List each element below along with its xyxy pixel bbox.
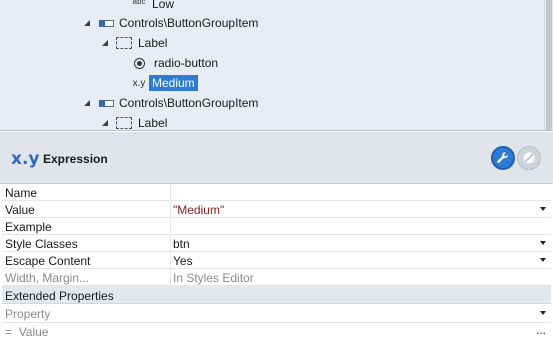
property-name: Width, Margin...	[5, 271, 90, 285]
expression-icon: x.y	[11, 149, 40, 169]
expand-toggle-icon[interactable]	[102, 40, 108, 46]
scrollbar-thumb[interactable]	[546, 0, 552, 130]
expand-toggle-icon[interactable]	[84, 20, 90, 26]
disabled-toggle-button[interactable]	[517, 146, 541, 170]
property-name: Style Classes	[5, 237, 78, 251]
tree-node-label: Low	[152, 0, 175, 11]
column-divider	[170, 184, 171, 201]
property-row-value[interactable]: Value "Medium"	[2, 201, 551, 218]
section-title: Extended Properties	[5, 289, 114, 303]
wrench-toggle-button[interactable]	[491, 146, 515, 170]
label-container-icon	[116, 37, 132, 49]
abc-text-icon: abc	[132, 0, 146, 6]
tree-node-low[interactable]: abc Low	[131, 0, 174, 14]
properties-title: Expression	[43, 152, 108, 166]
column-divider	[170, 235, 171, 252]
property-grid: Name Value "Medium" Example Style Classe…	[2, 184, 551, 342]
tree-node-label-container[interactable]: Label	[102, 113, 168, 130]
column-divider	[170, 252, 171, 269]
extended-value-input[interactable]: = Value	[5, 325, 170, 339]
dropdown-arrow-icon[interactable]	[540, 311, 546, 315]
dropdown-arrow-icon[interactable]	[540, 258, 546, 262]
styles-editor-link[interactable]: In Styles Editor	[173, 271, 254, 285]
property-name: Escape Content	[5, 254, 91, 268]
tree-node-buttongroupitem[interactable]: Controls\ButtonGroupItem	[84, 93, 258, 113]
widget-tree: abc Low Controls\ButtonGroupItem Label r…	[0, 0, 553, 131]
tree-node-label: Controls\ButtonGroupItem	[119, 16, 259, 30]
tree-scrollbar[interactable]	[544, 0, 553, 130]
button-group-item-icon	[98, 19, 114, 28]
property-name: Name	[5, 186, 38, 200]
expand-toggle-icon[interactable]	[84, 100, 90, 106]
radio-button-icon	[134, 57, 145, 69]
dropdown-arrow-icon[interactable]	[540, 207, 546, 211]
label-container-icon	[116, 117, 132, 129]
tree-node-label-container[interactable]: Label	[102, 33, 167, 53]
tree-node-label: radio-button	[154, 56, 219, 70]
equals-prefix: =	[5, 325, 13, 339]
no-entry-icon	[523, 152, 535, 164]
tree-node-label: Controls\ButtonGroupItem	[119, 96, 259, 110]
tree-node-expression-medium[interactable]: x.y Medium	[131, 73, 198, 93]
property-name: Example	[5, 220, 52, 234]
property-name: Value	[5, 203, 35, 217]
tree-node-label: Medium	[149, 75, 198, 91]
wrench-icon	[497, 152, 509, 163]
property-row-name[interactable]: Name	[2, 184, 551, 201]
expression-icon: x.y	[132, 77, 146, 89]
dropdown-arrow-icon[interactable]	[540, 241, 546, 245]
escape-content-select[interactable]: Yes	[173, 254, 193, 268]
extended-properties-section: Extended Properties	[2, 286, 551, 304]
column-divider	[170, 218, 171, 235]
column-divider	[170, 201, 171, 218]
value-placeholder: Value	[18, 325, 49, 339]
extended-value-row[interactable]: = Value ...	[2, 323, 551, 342]
property-row-style-classes[interactable]: Style Classes btn	[2, 235, 551, 252]
more-options-button[interactable]: ...	[536, 323, 546, 337]
style-classes-field[interactable]: btn	[173, 237, 190, 251]
properties-header: x.y Expression	[0, 132, 553, 184]
tree-node-buttongroupitem[interactable]: Controls\ButtonGroupItem	[84, 13, 258, 33]
tree-node-radio-button[interactable]: radio-button	[134, 53, 218, 73]
value-expression-field[interactable]: "Medium"	[173, 203, 224, 217]
property-row-escape-content[interactable]: Escape Content Yes	[2, 252, 551, 269]
property-row-width-margin[interactable]: Width, Margin... In Styles Editor	[2, 269, 551, 286]
tree-node-label: Label	[138, 36, 168, 50]
tree-node-label: Label	[138, 116, 168, 130]
property-name-input[interactable]: Property	[5, 307, 170, 321]
extended-property-row[interactable]: Property	[2, 304, 551, 323]
expand-toggle-icon[interactable]	[102, 120, 108, 126]
property-row-example[interactable]: Example	[2, 218, 551, 235]
column-divider	[170, 269, 171, 286]
button-group-item-icon	[98, 99, 114, 108]
